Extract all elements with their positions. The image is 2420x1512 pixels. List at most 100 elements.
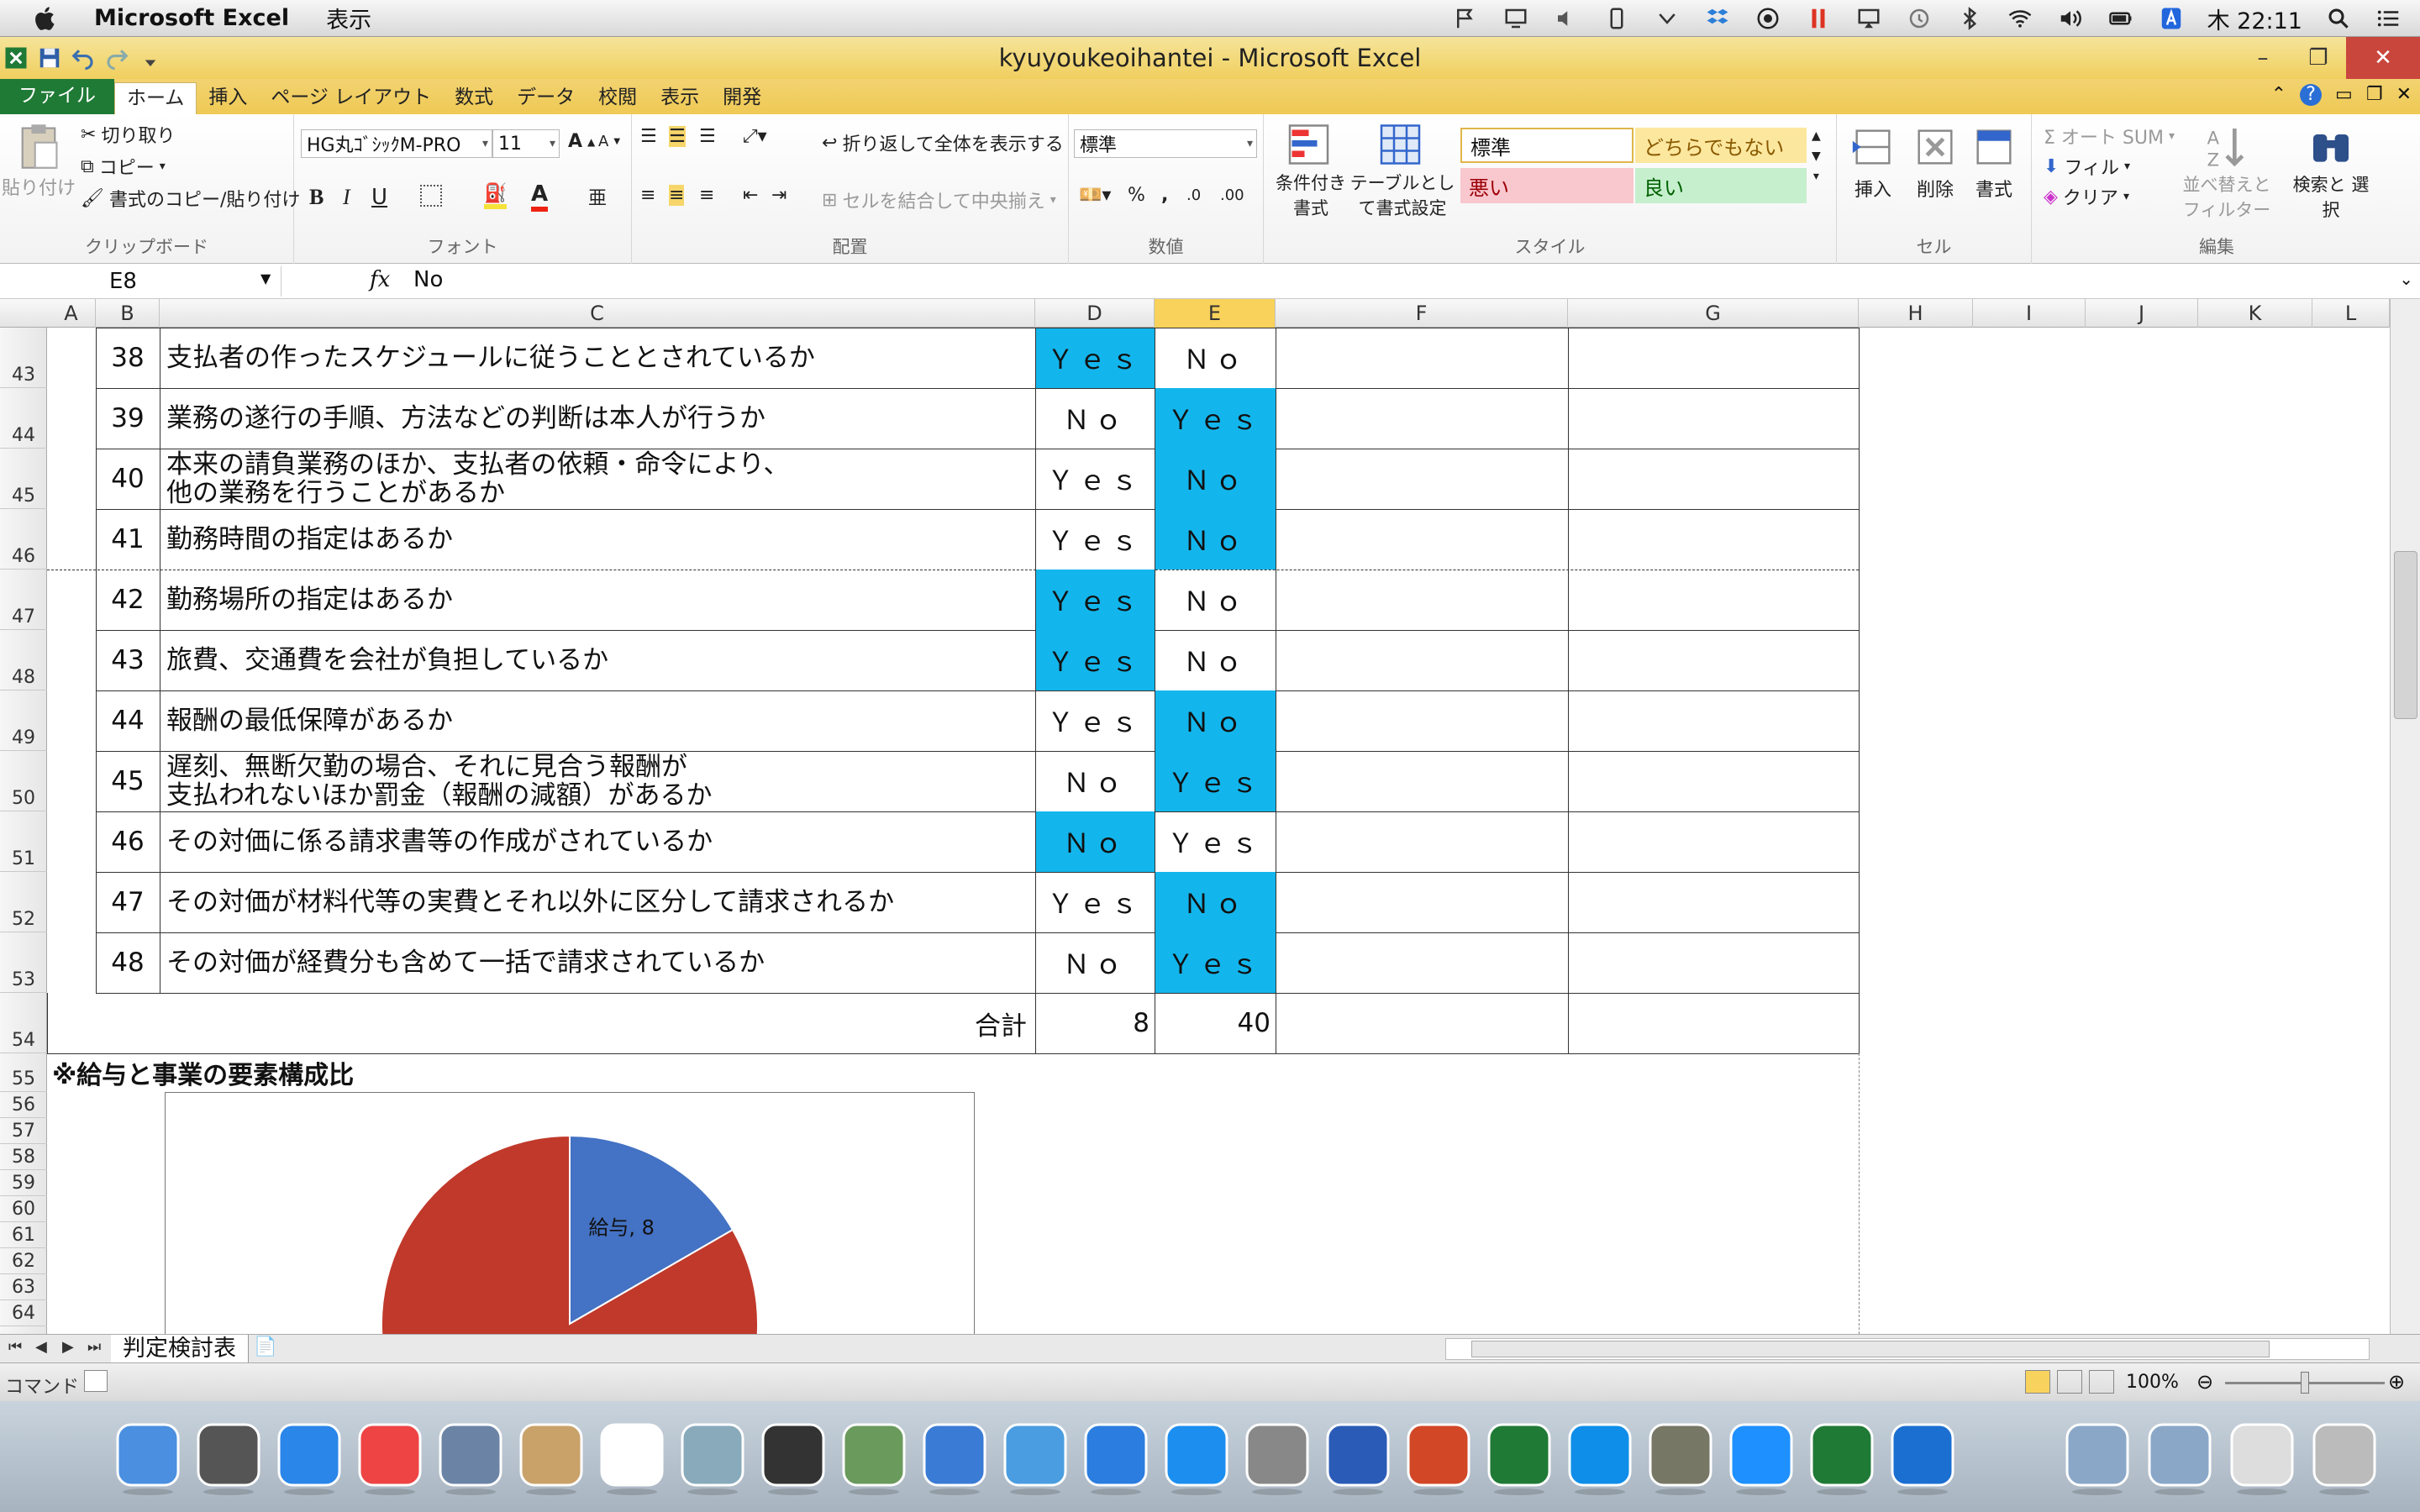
styles-scroll[interactable]: ▲ ▼ ▾ xyxy=(1812,129,1821,183)
section-heading[interactable]: ※給与と事業の要素構成比 xyxy=(52,1053,354,1092)
align-middle-button[interactable]: ☰ xyxy=(669,126,686,147)
answer-cell-d[interactable]: Ｙｅｓ xyxy=(1035,690,1155,751)
currency-button[interactable]: 💴▾ xyxy=(1079,185,1111,206)
page-layout-view-button[interactable] xyxy=(2057,1370,2082,1394)
tab-home[interactable]: ホーム xyxy=(114,82,197,114)
paste-button[interactable]: 貼り付け xyxy=(2,121,76,200)
insert-cells-button[interactable]: 挿入 xyxy=(1849,123,1897,202)
number-format-select[interactable]: 標準 ▾ xyxy=(1074,129,1257,158)
increase-decimal-button[interactable]: .0 xyxy=(1186,186,1201,204)
answer-cell-d[interactable]: Ｙｅｓ xyxy=(1035,872,1155,932)
row-header-61[interactable]: 61 xyxy=(0,1222,47,1248)
search-icon[interactable] xyxy=(2324,6,2353,31)
answer-cell-d[interactable]: Ｎｏ xyxy=(1035,932,1155,993)
horizontal-scrollbar[interactable] xyxy=(1445,1338,2370,1360)
row-header-56[interactable]: 56 xyxy=(0,1092,47,1118)
answer-cell-e[interactable]: Ｎｏ xyxy=(1155,328,1276,388)
find-select-button[interactable]: 検索と 選択 xyxy=(2289,123,2373,222)
worksheet-grid[interactable]: ABCDEFGHIJKL 43 44 45 46 47 48 49 50 51 52 53 54 55 5… xyxy=(0,299,2390,1334)
question-text[interactable]: 勤務場所の指定はあるか xyxy=(160,570,1035,630)
align-left-button[interactable]: ≡ xyxy=(640,185,655,206)
itunes-icon[interactable] xyxy=(1081,1420,1151,1497)
row-header-57[interactable]: 57 xyxy=(0,1118,47,1144)
contacts-icon[interactable] xyxy=(516,1420,587,1497)
fill-button[interactable]: ⬇ フィル ▾ xyxy=(2044,153,2130,180)
row-header-49[interactable]: 49 xyxy=(0,690,47,751)
gimp-icon[interactable] xyxy=(1645,1420,1716,1497)
percent-button[interactable]: % xyxy=(1128,185,1145,206)
increase-indent-button[interactable]: ⇥ xyxy=(771,185,786,206)
launchpad-icon[interactable] xyxy=(193,1420,264,1497)
row-header-45[interactable]: 45 xyxy=(0,449,47,509)
row-header-50[interactable]: 50 xyxy=(0,751,47,811)
grow-font-button[interactable]: A ▲ xyxy=(568,131,595,152)
first-sheet-button[interactable]: ⏮ xyxy=(8,1338,22,1356)
row-header-47[interactable]: 47 xyxy=(0,570,47,630)
answer-cell-e[interactable]: Ｎｏ xyxy=(1155,630,1276,690)
zoom-level[interactable]: 100% xyxy=(2126,1372,2179,1393)
row-header-53[interactable]: 53 xyxy=(0,932,47,993)
excel-icon[interactable] xyxy=(1807,1420,1877,1497)
workbook-minimize-icon[interactable]: ▭ xyxy=(2335,84,2353,106)
row-header-44[interactable]: 44 xyxy=(0,388,47,449)
row-header-63[interactable]: 63 xyxy=(0,1274,47,1300)
answer-cell-d[interactable]: Ｙｅｓ xyxy=(1035,449,1155,509)
clock[interactable]: 木 22:11 xyxy=(2207,3,2302,35)
wifi-icon[interactable] xyxy=(2006,6,2034,31)
tab-page-layout[interactable]: ページ レイアウト xyxy=(259,82,443,114)
font-size-select[interactable]: 11 ▾ xyxy=(492,129,560,158)
tab-review[interactable]: 校閲 xyxy=(587,82,649,114)
font-color-button[interactable]: A xyxy=(531,181,549,212)
clear-button[interactable]: ◈ クリア ▾ xyxy=(2044,183,2129,210)
xcode-icon[interactable] xyxy=(1000,1420,1071,1497)
style-normal[interactable]: 標準 xyxy=(1460,128,1634,163)
column-header-d[interactable]: D xyxy=(1035,299,1155,328)
facetime-icon[interactable] xyxy=(758,1420,829,1497)
insert-function-button[interactable]: fx xyxy=(370,267,390,292)
merge-center-button[interactable]: ⊞ セルを結合して中央揃え ▾ xyxy=(822,186,1056,213)
wrap-text-button[interactable]: ↩ 折り返して全体を表示する xyxy=(822,129,1064,156)
minimize-button[interactable]: – xyxy=(2235,37,2291,79)
answer-cell-d[interactable]: Ｙｅｓ xyxy=(1035,509,1155,570)
normal-view-button[interactable] xyxy=(2025,1370,2050,1394)
answer-cell-e[interactable]: Ｎｏ xyxy=(1155,690,1276,751)
row-header-46[interactable]: 46 xyxy=(0,509,47,570)
close-button[interactable]: ✕ xyxy=(2346,37,2420,79)
column-header-a[interactable]: A xyxy=(47,299,96,328)
question-text[interactable]: 勤務時間の指定はあるか xyxy=(160,509,1035,570)
formula-input[interactable]: No xyxy=(413,267,443,292)
style-neutral[interactable]: どちらでもない xyxy=(1635,128,1807,163)
phonetic-button[interactable]: 亜 xyxy=(588,183,607,210)
copy-button[interactable]: ⧉ コピー ▾ xyxy=(81,153,166,180)
column-header-l[interactable]: L xyxy=(2312,299,2390,328)
conditional-formatting-button[interactable]: 条件付き書式 xyxy=(1269,121,1353,220)
device-icon[interactable] xyxy=(1602,6,1631,31)
row-header-52[interactable]: 52 xyxy=(0,872,47,932)
row-header-60[interactable]: 60 xyxy=(0,1196,47,1222)
app-store-icon[interactable] xyxy=(1161,1420,1232,1497)
chart-area[interactable] xyxy=(165,1092,975,1334)
answer-cell-e[interactable]: Ｎｏ xyxy=(1155,872,1276,932)
column-header-j[interactable]: J xyxy=(2086,299,2198,328)
answer-cell-e[interactable]: Ｎｏ xyxy=(1155,449,1276,509)
powerpoint-icon[interactable] xyxy=(1403,1420,1474,1497)
preview-icon[interactable] xyxy=(677,1420,748,1497)
column-header-c[interactable]: C xyxy=(160,299,1035,328)
chrome-icon[interactable] xyxy=(355,1420,425,1497)
prev-sheet-button[interactable]: ◀ xyxy=(35,1338,47,1356)
decrease-decimal-button[interactable]: .00 xyxy=(1220,186,1244,204)
row-header-55[interactable]: 55 xyxy=(0,1053,47,1092)
orientation-button[interactable]: ⤢▾ xyxy=(743,126,767,147)
menu-view[interactable]: 表示 xyxy=(326,2,371,34)
restore-button[interactable]: ❐ xyxy=(2291,37,2346,79)
macro-record-icon[interactable] xyxy=(84,1370,108,1392)
row-header-58[interactable]: 58 xyxy=(0,1144,47,1170)
autosum-button[interactable]: Σ オート SUM ▾ xyxy=(2044,123,2175,150)
notification-list-icon[interactable] xyxy=(2375,6,2403,31)
airplay-icon[interactable] xyxy=(1854,6,1883,31)
zoom-out-button[interactable]: ⊖ xyxy=(2196,1370,2213,1394)
downloads-stack-icon[interactable] xyxy=(2227,1420,2297,1497)
answer-cell-e[interactable]: Ｙｅｓ xyxy=(1155,751,1276,811)
column-header-e[interactable]: E xyxy=(1155,299,1276,328)
format-cells-button[interactable]: 書式 xyxy=(1970,123,2018,202)
